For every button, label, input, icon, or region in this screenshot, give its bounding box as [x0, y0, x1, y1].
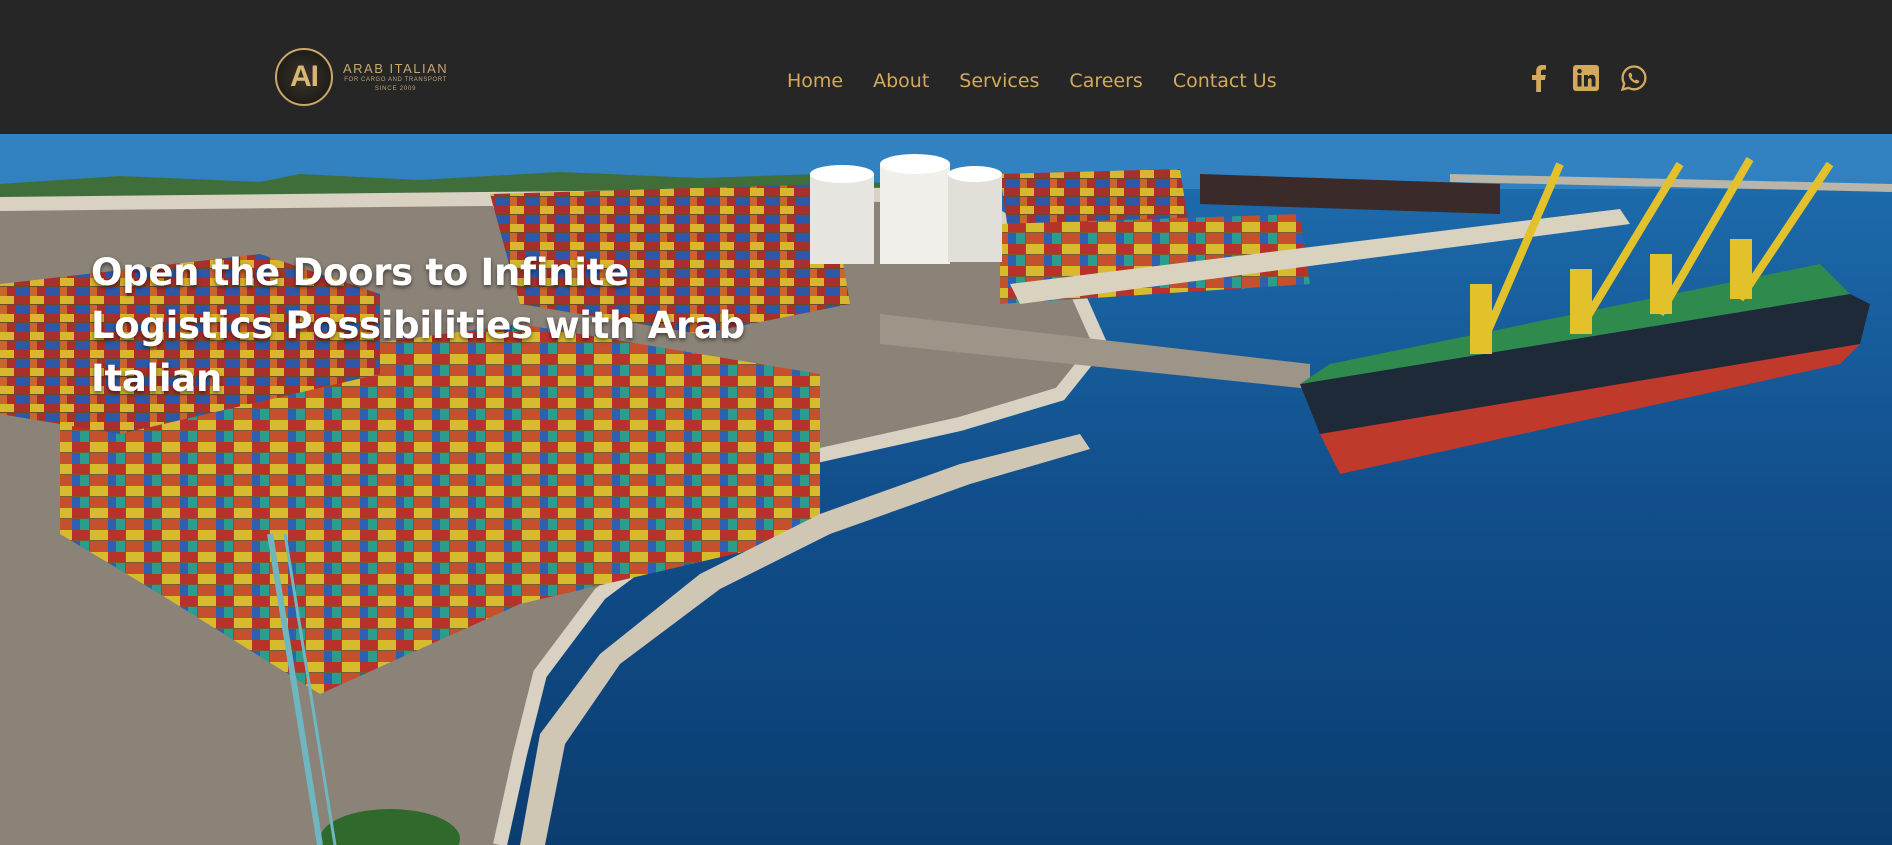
logo-mark: AI	[275, 48, 333, 106]
nav-about[interactable]: About	[873, 70, 929, 92]
logo-since: SINCE 2009	[374, 86, 417, 92]
nav-services[interactable]: Services	[959, 70, 1039, 92]
nav-contact-us[interactable]: Contact Us	[1173, 70, 1277, 92]
hero-section: Open the Doors to Infinite Logistics Pos…	[0, 134, 1892, 845]
nav-home[interactable]: Home	[787, 70, 843, 92]
hero-title: Open the Doors to Infinite Logistics Pos…	[91, 251, 745, 400]
whatsapp-icon[interactable]	[1621, 65, 1647, 91]
main-nav: Home About Services Careers Contact Us	[787, 66, 1277, 96]
facebook-icon[interactable]	[1525, 65, 1551, 92]
social-links	[1525, 63, 1647, 93]
linkedin-icon[interactable]	[1573, 65, 1599, 91]
site-header: AI ARAB ITALIAN FOR CARGO AND TRANSPORT …	[0, 0, 1892, 134]
brand-logo[interactable]: AI ARAB ITALIAN FOR CARGO AND TRANSPORT …	[275, 46, 485, 108]
nav-careers[interactable]: Careers	[1069, 70, 1142, 92]
logo-tagline: FOR CARGO AND TRANSPORT	[344, 77, 447, 83]
logo-text: ARAB ITALIAN FOR CARGO AND TRANSPORT SIN…	[343, 61, 448, 93]
logo-name: ARAB ITALIAN	[343, 61, 449, 76]
hero-port-image	[0, 134, 1892, 845]
